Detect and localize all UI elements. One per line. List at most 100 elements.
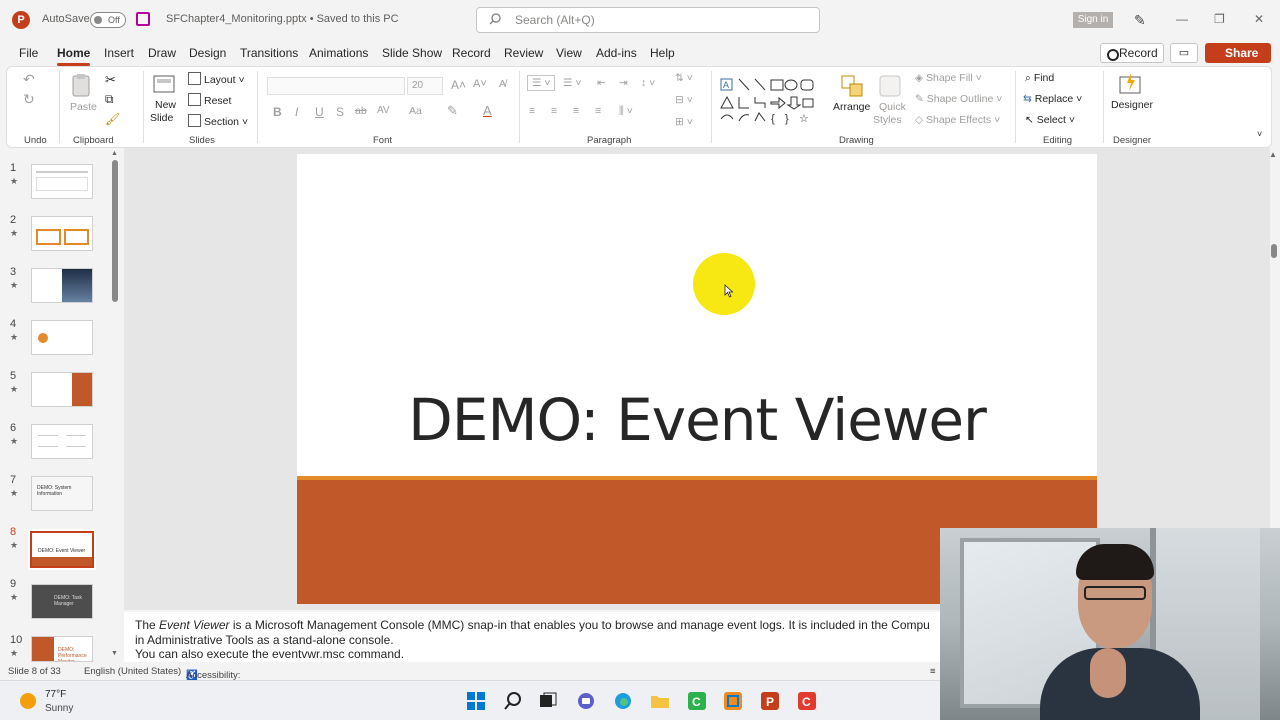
thumbnail-slide-4[interactable] bbox=[31, 320, 93, 355]
thumbnail-slide-8[interactable]: DEMO: Event Viewer bbox=[28, 529, 96, 570]
increase-font-icon[interactable]: A˄ bbox=[451, 78, 466, 92]
minimize-icon[interactable]: — bbox=[1176, 12, 1188, 26]
section-button[interactable]: Section ˅ bbox=[188, 114, 248, 128]
tab-insert[interactable]: Insert bbox=[104, 46, 134, 60]
align-center-icon[interactable]: ≡ bbox=[551, 105, 557, 117]
tab-design[interactable]: Design bbox=[189, 46, 226, 60]
redo-icon[interactable]: ↻ bbox=[23, 91, 35, 108]
shape-fill-button[interactable]: ◈ Shape Fill ˅ bbox=[915, 72, 982, 84]
numbering-icon[interactable]: ☰ ˅ bbox=[563, 77, 581, 89]
bold-icon[interactable]: B bbox=[273, 105, 282, 119]
document-title[interactable]: SFChapter4_Monitoring.pptx • Saved to th… bbox=[166, 13, 399, 25]
tab-help[interactable]: Help bbox=[650, 46, 675, 60]
arrange-label[interactable]: Arrange bbox=[833, 101, 870, 113]
font-name-select[interactable] bbox=[267, 77, 405, 95]
thumbnail-slide-6[interactable] bbox=[31, 424, 93, 459]
thumbnail-slide-10[interactable]: DEMO: Performance Monitor bbox=[31, 636, 93, 662]
tab-file[interactable]: File bbox=[19, 46, 38, 60]
language-indicator[interactable]: English (United States) bbox=[84, 666, 181, 677]
select-button[interactable]: ↖ Select ˅ bbox=[1025, 114, 1075, 126]
search-input[interactable]: Search (Alt+Q) bbox=[476, 7, 820, 33]
font-size-select[interactable]: 20 bbox=[407, 77, 443, 95]
align-left-icon[interactable]: ≡ bbox=[529, 105, 535, 117]
search-icon[interactable] bbox=[503, 691, 523, 711]
pen-icon[interactable]: ✎ bbox=[1134, 12, 1146, 29]
smartart-icon[interactable]: ⊞ ˅ bbox=[675, 116, 693, 128]
camtasia-recorder-icon[interactable]: C bbox=[797, 691, 817, 711]
autosave-toggle[interactable]: Off bbox=[90, 12, 126, 28]
shadow-icon[interactable]: S bbox=[336, 105, 344, 119]
edge-icon[interactable] bbox=[613, 691, 633, 711]
designer-icon[interactable] bbox=[1117, 71, 1143, 97]
text-direction-icon[interactable]: ⇅ ˅ bbox=[675, 72, 693, 84]
powerpoint-icon[interactable]: P bbox=[760, 691, 780, 711]
replace-button[interactable]: ⇆ Replace ˅ bbox=[1023, 93, 1082, 105]
tab-animations[interactable]: Animations bbox=[309, 46, 368, 60]
tab-view[interactable]: View bbox=[556, 46, 582, 60]
task-view-icon[interactable] bbox=[538, 691, 558, 711]
tab-draw[interactable]: Draw bbox=[148, 46, 176, 60]
camtasia-icon[interactable]: C bbox=[687, 691, 707, 711]
font-color-icon[interactable]: A bbox=[483, 103, 492, 118]
columns-icon[interactable]: ⫼ ˅ bbox=[619, 105, 633, 118]
copy-icon[interactable]: ⧉ bbox=[105, 92, 114, 107]
scroll-down-icon[interactable]: ▼ bbox=[111, 650, 118, 657]
new-slide-label-2[interactable]: Slide bbox=[150, 112, 173, 124]
decrease-font-icon[interactable]: A˅ bbox=[473, 78, 487, 90]
tab-record[interactable]: Record bbox=[452, 46, 491, 60]
tab-transitions[interactable]: Transitions bbox=[240, 46, 298, 60]
change-case-icon[interactable]: Aa bbox=[409, 105, 422, 117]
quick-styles-icon[interactable] bbox=[877, 73, 903, 99]
shape-effects-button[interactable]: ◇ Shape Effects ˅ bbox=[915, 114, 1000, 126]
align-right-icon[interactable]: ≡ bbox=[573, 105, 579, 117]
new-slide-label[interactable]: New bbox=[155, 99, 176, 111]
thumbnail-slide-9[interactable]: DEMO: Task Manager bbox=[31, 584, 93, 619]
close-icon[interactable]: ✕ bbox=[1254, 12, 1264, 26]
new-slide-icon[interactable] bbox=[151, 72, 177, 98]
shapes-gallery[interactable]: A {} ☆ bbox=[719, 75, 823, 125]
italic-icon[interactable]: I bbox=[295, 105, 298, 119]
slide-scrollbar[interactable] bbox=[1271, 244, 1277, 258]
undo-icon[interactable]: ↶ bbox=[23, 71, 35, 88]
windows-start-icon[interactable] bbox=[466, 691, 486, 711]
thumbnail-slide-3[interactable] bbox=[31, 268, 93, 303]
notes-toggle-icon[interactable]: ≡ bbox=[930, 666, 936, 677]
tab-slide-show[interactable]: Slide Show bbox=[382, 46, 442, 60]
underline-icon[interactable]: U bbox=[315, 105, 324, 119]
slide-title[interactable]: DEMO: Event Viewer bbox=[297, 386, 1097, 454]
bullets-icon[interactable]: ☰ ˅ bbox=[527, 75, 556, 91]
line-spacing-icon[interactable]: ↕ ˅ bbox=[641, 77, 655, 89]
thumbnail-slide-5[interactable] bbox=[31, 372, 93, 407]
restore-icon[interactable]: ❐ bbox=[1214, 12, 1225, 26]
thumbnail-slide-7[interactable]: DEMO: System Information bbox=[31, 476, 93, 511]
decrease-indent-icon[interactable]: ⇤ bbox=[597, 77, 606, 89]
scroll-up-icon[interactable]: ▲ bbox=[111, 150, 118, 157]
increase-indent-icon[interactable]: ⇥ bbox=[619, 77, 628, 89]
arrange-icon[interactable] bbox=[839, 73, 865, 99]
quick-styles-label-2[interactable]: Styles bbox=[873, 114, 902, 126]
record-button[interactable]: Record bbox=[1100, 43, 1164, 63]
align-text-icon[interactable]: ⊟ ˅ bbox=[675, 94, 693, 106]
reset-button[interactable]: Reset bbox=[188, 93, 231, 107]
sun-icon[interactable] bbox=[20, 693, 36, 709]
speaker-notes[interactable]: The Event Viewer is a Microsoft Manageme… bbox=[124, 612, 940, 662]
shape-outline-button[interactable]: ✎ Shape Outline ˅ bbox=[915, 93, 1002, 105]
highlight-icon[interactable]: ✎ bbox=[447, 103, 458, 119]
share-button[interactable]: Share bbox=[1205, 43, 1271, 63]
clear-formatting-icon[interactable]: A̸ bbox=[499, 78, 506, 90]
quick-styles-label[interactable]: Quick bbox=[879, 101, 906, 113]
find-button[interactable]: ⌕ Find bbox=[1025, 72, 1054, 85]
cut-icon[interactable]: ✂ bbox=[105, 72, 116, 88]
comments-button[interactable]: ▭ bbox=[1170, 43, 1198, 63]
tab-review[interactable]: Review bbox=[504, 46, 543, 60]
designer-label[interactable]: Designer bbox=[1111, 99, 1153, 111]
tab-add-ins[interactable]: Add-ins bbox=[596, 46, 637, 60]
thumbnails-scrollbar[interactable] bbox=[112, 160, 118, 302]
chat-icon[interactable] bbox=[576, 691, 596, 711]
format-painter-icon[interactable]: 🖌 bbox=[105, 112, 120, 126]
file-explorer-icon[interactable] bbox=[650, 691, 670, 711]
layout-button[interactable]: Layout ˅ bbox=[188, 72, 245, 86]
thumbnail-slide-2[interactable] bbox=[31, 216, 93, 251]
character-spacing-icon[interactable]: AV bbox=[377, 105, 390, 116]
thumbnail-slide-1[interactable] bbox=[31, 164, 93, 199]
